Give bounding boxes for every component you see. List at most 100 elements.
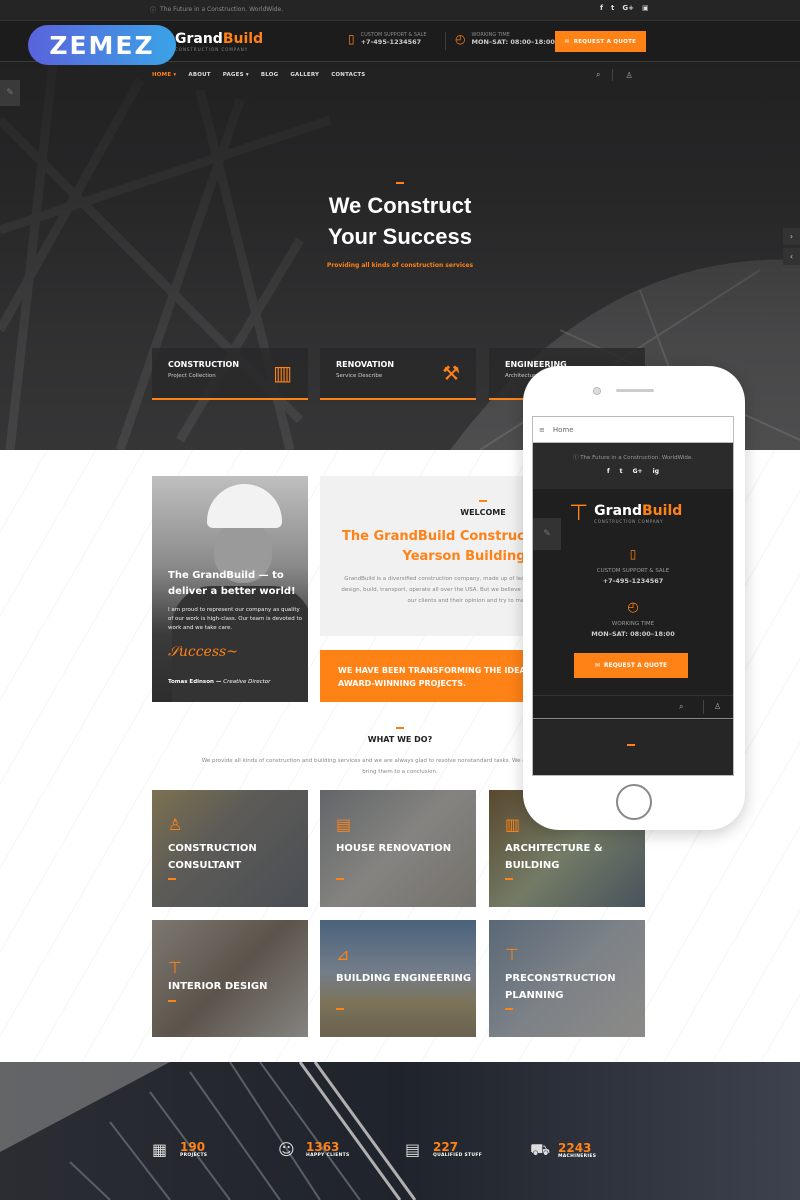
hero-accent-dash: [396, 182, 404, 184]
about-text: I am proud to represent our company as q…: [168, 607, 303, 631]
feature-construction[interactable]: CONSTRUCTION Project Collection ▥: [152, 348, 308, 400]
building-icon: ▥: [273, 361, 292, 385]
hero-subtitle: Providing all kinds of construction serv…: [326, 262, 474, 269]
certificate-icon: ▤: [405, 1140, 421, 1159]
stat-machineries: ⛟ 2243 MACHINERIES: [530, 1140, 596, 1161]
nav-pages[interactable]: PAGES ▾: [223, 72, 249, 78]
mobile-nav-tools: ⌕ ♙: [533, 695, 733, 719]
nav-home[interactable]: HOME ▾: [152, 72, 176, 78]
service-card[interactable]: ⊤ PRECONSTRUCTION PLANNING: [489, 920, 645, 1037]
stat-value: 227: [433, 1140, 459, 1154]
search-icon[interactable]: ⌕: [596, 70, 600, 80]
main-nav: HOME ▾ ABOUT PAGES ▾ BLOG GALLERY CONTAC…: [0, 62, 800, 90]
stat-label: PROJECTS: [180, 1153, 208, 1158]
stats-background-structure: [0, 1062, 417, 1200]
stat-label: MACHINERIES: [558, 1154, 597, 1159]
welcome-accent-dash: [479, 500, 487, 502]
mobile-slogan: ⓘ The Future in a Construction. WorldWid…: [533, 453, 733, 461]
service-accent-dash: [168, 878, 176, 880]
service-card[interactable]: ⊿ BUILDING ENGINEERING: [320, 920, 476, 1037]
chevron-left-icon: ‹: [789, 252, 794, 261]
service-title: PRECONSTRUCTION PLANNING: [505, 973, 616, 1001]
stat-staff: ▤ 227 QUALIFIED STUFF: [405, 1140, 482, 1159]
service-title: BUILDING ENGINEERING: [336, 973, 472, 984]
mobile-nav-divider: [703, 700, 704, 714]
nav-gallery[interactable]: GALLERY: [290, 72, 319, 78]
service-card[interactable]: ⊤ INTERIOR DESIGN: [152, 920, 308, 1037]
mobile-menu-label: Home: [552, 425, 574, 434]
service-title: ARCHITECTURE & BUILDING: [505, 843, 603, 871]
user-icon[interactable]: ♙: [714, 702, 721, 711]
edit-pencil-button[interactable]: ✎: [0, 80, 20, 106]
feature-renovation[interactable]: RENOVATION Service Describe ⚒: [320, 348, 476, 400]
top-bar: ⓘ The Future in a Construction. WorldWid…: [0, 0, 800, 21]
phone-mockup: ≡ Home ⓘ The Future in a Construction. W…: [523, 366, 745, 830]
request-quote-button[interactable]: ✉ REQUEST A QUOTE: [555, 31, 646, 52]
working-hours: ◴ WORKING TIME MON–SAT: 08:00–18:00: [455, 32, 555, 46]
mobile-request-quote-button[interactable]: ✉ REQUEST A QUOTE: [574, 653, 688, 678]
mobile-edit-pencil-button[interactable]: ✎: [533, 518, 561, 550]
twitter-icon[interactable]: t: [611, 4, 614, 12]
info-icon: ⓘ: [150, 7, 157, 14]
search-icon[interactable]: ⌕: [679, 702, 683, 712]
site-logo[interactable]: GrandBuild CONSTRUCTION COMPANY: [175, 31, 263, 52]
nav-blog[interactable]: BLOG: [261, 72, 279, 78]
photo-helmet: [207, 484, 282, 528]
pencil-icon: ✎: [6, 88, 14, 98]
mobile-logo[interactable]: ⊤ GrandBuild CONSTRUCTION COMPANY: [569, 501, 682, 526]
mobile-menu-bar[interactable]: ≡ Home: [533, 417, 733, 443]
tools-icon: ⚒: [442, 361, 460, 385]
clock-icon: ◴: [627, 600, 639, 615]
phone-icon: ▯: [348, 32, 355, 46]
about-heading: The GrandBuild — to deliver a better wor…: [168, 570, 296, 597]
about-director-card: The GrandBuild — to deliver a better wor…: [152, 476, 308, 702]
clock-icon: ◴: [455, 32, 466, 46]
brand-subtitle: CONSTRUCTION COMPANY: [175, 47, 249, 52]
facebook-icon[interactable]: f: [600, 4, 603, 12]
phone-home-button: [616, 784, 652, 820]
signature: 𝒮uccess~: [168, 644, 238, 660]
service-card[interactable]: ♙ CONSTRUCTION CONSULTANT: [152, 790, 308, 907]
ruler-triangle-icon: ⊿: [336, 945, 350, 964]
service-title: CONSTRUCTION CONSULTANT: [168, 843, 257, 871]
instagram-icon[interactable]: ▣: [642, 4, 649, 12]
service-accent-dash: [336, 1008, 344, 1010]
zemez-logo[interactable]: ZEMEZ: [28, 25, 176, 65]
hamburger-icon[interactable]: ≡: [539, 426, 545, 434]
top-slogan: ⓘ The Future in a Construction. WorldWid…: [150, 5, 283, 14]
hero-title: We Construct Your Success: [0, 190, 800, 252]
person-icon: ♙: [168, 815, 183, 834]
support-phone[interactable]: +7-495-1234567: [361, 38, 427, 46]
wwd-accent-dash: [396, 727, 404, 729]
user-icon[interactable]: ♙: [625, 71, 632, 80]
mobile-support-phone[interactable]: +7-495-1234567: [533, 577, 733, 585]
envelope-icon: ✉: [564, 38, 570, 45]
buildings-icon: ▦: [152, 1140, 168, 1159]
hero-title-line1: We Construct: [328, 193, 472, 218]
author-name: Tomas Edinson: [168, 679, 214, 685]
google-plus-icon[interactable]: G+: [622, 4, 634, 12]
slogan-text: The Future in a Construction. WorldWide.: [160, 6, 284, 13]
mobile-hero-accent-dash: [627, 744, 635, 746]
mobile-brand-subtitle: CONSTRUCTION COMPANY: [594, 519, 664, 524]
phone-screen: ≡ Home ⓘ The Future in a Construction. W…: [532, 416, 734, 776]
mobile-slogan-text: The Future in a Construction. WorldWide.: [580, 455, 694, 461]
support-contact: ▯ CUSTOM SUPPORT & SALE +7-495-1234567: [348, 32, 427, 46]
stat-value: 2243: [558, 1141, 592, 1155]
author-role: Creative Director: [223, 679, 271, 685]
service-card[interactable]: ▤ HOUSE RENOVATION: [320, 790, 476, 907]
service-accent-dash: [336, 878, 344, 880]
envelope-icon: ✉: [594, 662, 600, 669]
nav-contacts[interactable]: CONTACTS: [331, 72, 365, 78]
service-title: HOUSE RENOVATION: [336, 843, 452, 854]
mobile-hero-preview: [533, 720, 733, 775]
phone-speaker: [616, 389, 654, 392]
phone-icon: ▯: [629, 547, 637, 561]
mobile-support-label: CUSTOM SUPPORT & SALE: [596, 568, 670, 574]
stat-label: QUALIFIED STUFF: [433, 1153, 483, 1158]
mobile-top-bar: ⓘ The Future in a Construction. WorldWid…: [533, 443, 733, 489]
machinery-icon: ⛟: [530, 1140, 551, 1159]
nav-about[interactable]: ABOUT: [188, 72, 210, 78]
mobile-social-links[interactable]: f t G+ ig: [533, 468, 733, 475]
nav-tools-divider: [612, 69, 614, 81]
